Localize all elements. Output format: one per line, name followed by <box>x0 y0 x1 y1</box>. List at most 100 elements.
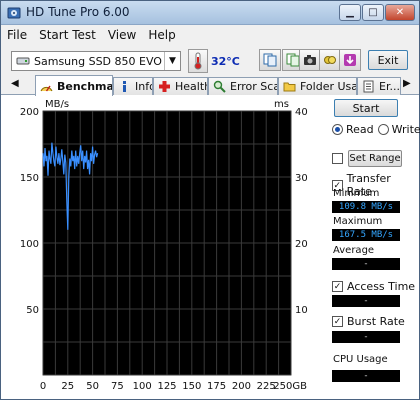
copy-info-button[interactable] <box>259 49 281 71</box>
benchmark-panel: MB/s 200 150 100 50 ms 40 30 20 10 0 25 50 75 100 125 15… <box>1 95 420 399</box>
download-button[interactable] <box>339 49 361 71</box>
average-value: - <box>332 258 400 270</box>
menu-bar: File Start Test View Help <box>1 25 419 45</box>
right-axis-unit: ms <box>274 99 289 110</box>
maximum-value: 167.5 MB/s <box>332 229 400 241</box>
left-axis-unit: MB/s <box>45 99 69 110</box>
x-tick-label: 75 <box>111 381 124 392</box>
menu-start-test[interactable]: Start Test <box>39 28 96 42</box>
drive-select[interactable]: Samsung SSD 850 EVO ▼ <box>11 51 181 71</box>
folder-icon <box>283 82 296 92</box>
tab-scroll-left-icon[interactable]: ◀ <box>11 78 19 89</box>
screenshot-button[interactable] <box>299 49 321 71</box>
save-icon <box>324 56 336 64</box>
minimize-icon: ▁ <box>346 7 354 18</box>
right-tick-label: 40 <box>295 107 308 118</box>
info-icon <box>123 81 126 92</box>
x-tick-label: 100 <box>133 381 152 392</box>
benchmark-controls: Start Read Write Set Range ✓ Transfer Ra… <box>326 95 420 395</box>
maximize-icon: □ <box>368 7 378 18</box>
set-range-checkbox[interactable] <box>332 153 343 164</box>
minimum-value: 109.8 MB/s <box>332 201 400 213</box>
access-time-checkbox[interactable]: ✓ <box>332 281 343 292</box>
magnifier-icon <box>213 80 226 93</box>
access-time-label: Access Time <box>347 280 416 293</box>
right-tick-label: 10 <box>295 305 308 316</box>
tab-label: Error Scan <box>230 80 277 93</box>
copy-text-icon <box>286 53 300 67</box>
exit-button[interactable]: Exit <box>368 50 408 70</box>
temperature-readout: 32°C <box>211 55 240 68</box>
x-tick-label: 150 <box>182 381 201 392</box>
close-button[interactable]: ✕ <box>385 4 415 21</box>
temperature-button[interactable] <box>188 49 208 73</box>
drive-label: Samsung SSD 850 EVO <box>34 54 162 68</box>
read-write-selector: Read Write <box>332 123 420 136</box>
toolbar: Samsung SSD 850 EVO ▼ 32°C Exit <box>1 45 419 75</box>
menu-file[interactable]: File <box>7 28 27 42</box>
x-tick-label: 25 <box>61 381 74 392</box>
tab-erase[interactable]: Er... <box>357 77 401 95</box>
tab-benchmark[interactable]: Benchmark <box>35 75 113 96</box>
left-tick-label: 150 <box>20 173 39 184</box>
cpu-usage-label: CPU Usage <box>333 354 388 365</box>
set-range-button[interactable]: Set Range <box>348 150 402 167</box>
left-tick-label: 200 <box>20 107 39 118</box>
x-tick-label: 0 <box>40 381 46 392</box>
read-radio[interactable] <box>332 124 343 135</box>
health-icon <box>159 81 170 92</box>
erase-icon <box>363 80 374 93</box>
menu-view[interactable]: View <box>108 28 136 42</box>
app-logo-icon <box>7 7 21 19</box>
access-time-row: ✓ Access Time <box>332 280 415 293</box>
x-tick-label: 250GB <box>273 381 307 392</box>
tab-label: Er... <box>379 80 400 93</box>
burst-rate-checkbox[interactable]: ✓ <box>332 316 343 327</box>
copy-info-icon <box>263 53 277 67</box>
download-icon <box>344 54 356 66</box>
tab-label: Folder Usage <box>300 80 356 93</box>
save-button[interactable] <box>319 49 341 71</box>
transfer-rate-chart: MB/s20015010050ms403020100 25 50 75 100 125 15… <box>20 99 308 392</box>
burst-rate-label: Burst Rate <box>347 315 405 328</box>
tab-info[interactable]: Info <box>113 77 153 95</box>
drive-icon <box>16 57 30 65</box>
set-range-row <box>332 153 347 164</box>
tab-scroll-right-icon[interactable]: ▶ <box>403 78 411 89</box>
read-label: Read <box>346 123 374 136</box>
start-button[interactable]: Start <box>334 99 398 117</box>
left-tick-label: 100 <box>20 239 39 250</box>
tab-strip: ◀ Benchmark Info Health <box>1 75 419 96</box>
tab-label: Benchmark <box>57 79 112 93</box>
tab-health[interactable]: Health <box>153 77 208 95</box>
write-label: Write <box>391 123 420 136</box>
tab-label: Info <box>135 80 152 93</box>
app-window: HD Tune Pro 6.00 ▁ □ ✕ File Start Test V… <box>0 0 420 400</box>
camera-icon <box>304 55 316 65</box>
burst-rate-row: ✓ Burst Rate <box>332 315 405 328</box>
tab-label: Health <box>175 80 208 93</box>
cpu-usage-value: - <box>332 370 400 382</box>
title-bar: HD Tune Pro 6.00 ▁ □ ✕ <box>1 1 419 25</box>
average-label: Average <box>333 245 375 256</box>
x-tick-label: 175 <box>207 381 226 392</box>
write-radio[interactable] <box>377 124 389 135</box>
access-time-value: - <box>332 295 400 307</box>
x-tick-label: 125 <box>157 381 176 392</box>
chevron-down-icon[interactable]: ▼ <box>164 52 180 70</box>
right-tick-label: 30 <box>295 173 308 184</box>
x-tick-label: 50 <box>86 381 99 392</box>
menu-help[interactable]: Help <box>148 28 175 42</box>
left-tick-label: 50 <box>26 305 39 316</box>
minimum-label: Minimum <box>333 188 380 199</box>
benchmark-icon <box>40 85 53 91</box>
minimize-button[interactable]: ▁ <box>339 4 361 21</box>
tab-folder-usage[interactable]: Folder Usage <box>278 77 357 95</box>
maximize-button[interactable]: □ <box>362 4 384 21</box>
close-icon: ✕ <box>395 7 405 18</box>
maximum-label: Maximum <box>333 216 383 227</box>
right-tick-label: 20 <box>295 239 308 250</box>
burst-rate-value: - <box>332 331 400 343</box>
tab-error-scan[interactable]: Error Scan <box>208 77 278 95</box>
window-title: HD Tune Pro 6.00 <box>26 5 130 19</box>
